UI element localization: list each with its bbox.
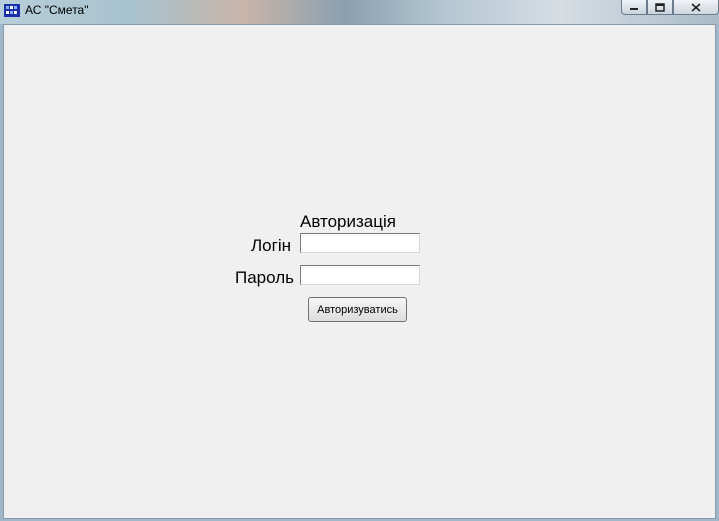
minimize-button[interactable] [621, 0, 647, 15]
login-field[interactable] [300, 233, 420, 253]
maximize-button[interactable] [647, 0, 673, 15]
auth-heading: Авторизація [300, 212, 396, 231]
password-label: Пароль [235, 268, 294, 287]
app-icon[interactable] [4, 3, 20, 18]
maximize-icon [655, 2, 665, 12]
title-bar[interactable]: АС "Смета" [0, 0, 719, 24]
minimize-icon [630, 8, 638, 10]
password-field[interactable] [300, 265, 420, 285]
login-label: Логін [251, 236, 291, 255]
window-controls [621, 0, 719, 16]
close-button[interactable] [673, 0, 719, 15]
close-icon [691, 2, 701, 12]
window-title: АС "Смета" [25, 3, 89, 17]
authorize-button[interactable]: Авторизуватись [308, 297, 407, 322]
